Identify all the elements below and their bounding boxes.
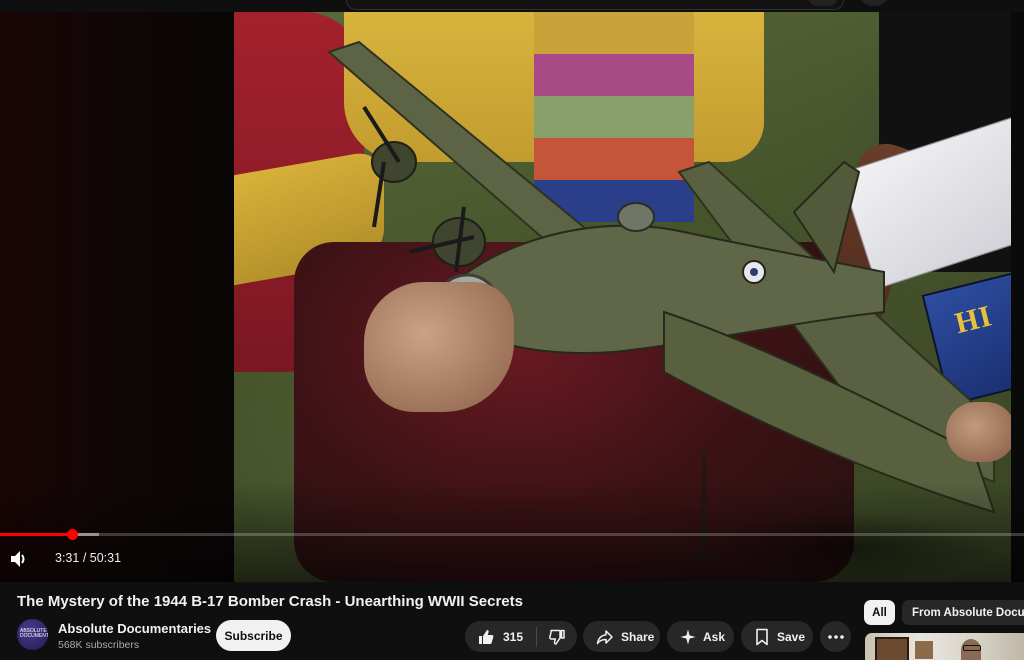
time-total: 50:31 (89, 551, 122, 565)
subscribe-button[interactable]: Subscribe (216, 620, 291, 651)
subscriber-count: 568K subscribers (58, 639, 140, 651)
thumbnail-wall-item (915, 641, 933, 659)
plane-insignia-center (750, 268, 758, 276)
thumbnail-picture-frame (875, 637, 909, 660)
search-bar[interactable] (346, 0, 844, 10)
chip-from-channel[interactable]: From Absolute Docume (902, 600, 1024, 625)
plane-engine-1 (371, 141, 417, 183)
video-hand-right (946, 402, 1011, 462)
dislike-button[interactable] (537, 621, 577, 652)
save-button[interactable]: Save (741, 621, 813, 652)
time-current: 3:31 (55, 551, 80, 565)
ask-label: Ask (703, 629, 726, 644)
channel-avatar[interactable]: ABSOLUTE DOCUMENTARIES (17, 619, 48, 650)
recommended-video-thumbnail[interactable] (865, 633, 1024, 660)
bookmark-icon (756, 628, 768, 645)
sparkle-icon (680, 629, 696, 644)
like-button[interactable]: 315 (465, 621, 536, 652)
time-display: 3:31 / 50:31 (55, 551, 121, 565)
thumbs-up-icon (479, 629, 494, 644)
thumbnail-glasses (963, 645, 981, 651)
like-dislike-group: 315 (465, 621, 577, 652)
share-arrow-icon (596, 629, 613, 644)
voice-search-button[interactable] (860, 0, 888, 6)
more-actions-button[interactable] (820, 621, 851, 652)
video-title: The Mystery of the 1944 B-17 Bomber Cras… (17, 593, 523, 610)
controls-gradient (0, 482, 1024, 582)
video-hand-left (364, 282, 514, 412)
plane-top-turret (617, 202, 655, 232)
video-player[interactable]: HI 3:31 / 50:31 (0, 12, 1024, 582)
ask-button[interactable]: Ask (667, 621, 734, 652)
share-label: Share (621, 629, 655, 644)
like-count: 315 (503, 629, 524, 644)
progress-played (0, 533, 72, 536)
save-label: Save (777, 629, 806, 644)
thumbs-down-icon (548, 629, 565, 645)
volume-icon (11, 551, 25, 567)
masthead (0, 0, 1024, 12)
chip-all[interactable]: All (864, 600, 895, 625)
more-horizontal-icon (827, 634, 844, 639)
volume-button[interactable] (8, 548, 30, 570)
avatar-logo-text: ABSOLUTE DOCUMENTARIES (20, 628, 48, 639)
progress-scrubber[interactable] (66, 529, 78, 540)
time-separator: / (79, 551, 90, 565)
share-button[interactable]: Share (583, 621, 660, 652)
channel-name[interactable]: Absolute Documentaries (58, 621, 211, 636)
progress-bar[interactable] (0, 529, 1024, 540)
